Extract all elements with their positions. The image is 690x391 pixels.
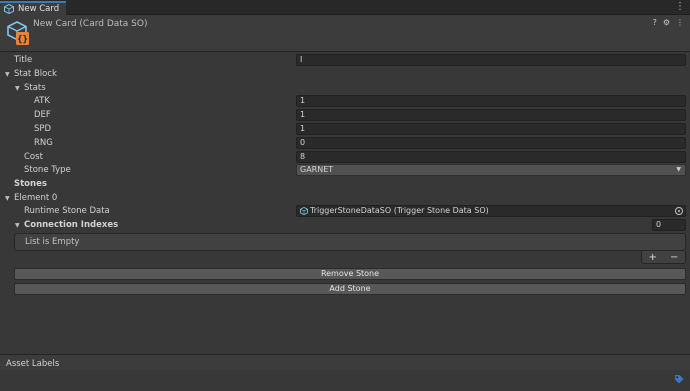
stone-type-dropdown[interactable]: GARNET ▼ xyxy=(296,164,686,176)
tab-title: New Card xyxy=(18,4,60,14)
element-0-label: Element 0 xyxy=(14,193,58,203)
foldout-expanded-icon[interactable]: ▼ xyxy=(5,68,10,81)
inspector-header: {} New Card (Card Data SO) ? ⚙ ⋮ xyxy=(0,15,690,52)
title-row: Title I xyxy=(0,54,690,67)
more-options-icon[interactable]: ⋮ xyxy=(675,1,685,12)
scriptable-object-icon xyxy=(300,207,308,215)
tag-icon[interactable] xyxy=(674,374,684,384)
foldout-expanded-icon[interactable]: ▼ xyxy=(5,192,10,205)
stat-block-row[interactable]: ▼ Stat Block xyxy=(0,68,690,81)
title-label: Title xyxy=(14,55,33,65)
foldout-expanded-icon[interactable]: ▼ xyxy=(15,82,20,95)
stats-row[interactable]: ▼ Stats xyxy=(0,82,690,95)
title-input[interactable]: I xyxy=(296,54,686,66)
atk-input[interactable]: 1 xyxy=(296,95,686,107)
spd-input[interactable]: 1 xyxy=(296,123,686,135)
runtime-stone-data-field[interactable]: TriggerStoneDataSO (Trigger Stone Data S… xyxy=(296,205,686,217)
settings-icon[interactable]: ⚙ xyxy=(663,18,670,27)
tab-new-card[interactable]: New Card xyxy=(0,1,66,15)
remove-stone-button[interactable]: Remove Stone xyxy=(14,268,686,280)
svg-text:{}: {} xyxy=(17,35,28,45)
asset-labels-body xyxy=(0,370,690,391)
def-input[interactable]: 1 xyxy=(296,109,686,121)
def-label: DEF xyxy=(34,110,51,120)
header-tools: ? ⚙ ⋮ xyxy=(653,18,684,27)
cost-label: Cost xyxy=(24,152,43,162)
asset-labels-bar: Asset Labels xyxy=(0,354,690,370)
stats-label: Stats xyxy=(24,83,46,93)
list-size-input[interactable]: 0 xyxy=(652,219,686,231)
cost-row: Cost 8 xyxy=(0,151,690,164)
def-row: DEF 1 xyxy=(0,109,690,122)
rng-row: RNG 0 xyxy=(0,137,690,150)
dropdown-arrow-icon: ▼ xyxy=(676,166,681,173)
stone-type-value: GARNET xyxy=(300,165,334,174)
connection-indexes-row[interactable]: ▼ Connection Indexes 0 xyxy=(0,219,690,232)
add-element-button[interactable]: + xyxy=(649,252,657,263)
atk-label: ATK xyxy=(34,96,50,106)
list-footer: + − xyxy=(641,251,686,264)
remove-element-button[interactable]: − xyxy=(670,252,678,263)
more-options-icon[interactable]: ⋮ xyxy=(676,18,684,27)
spd-row: SPD 1 xyxy=(0,123,690,136)
scriptable-object-icon xyxy=(4,4,14,14)
runtime-stone-data-label: Runtime Stone Data xyxy=(24,206,110,216)
stone-type-row: Stone Type GARNET ▼ xyxy=(0,164,690,177)
scriptable-object-icon: {} xyxy=(7,21,29,45)
help-icon[interactable]: ? xyxy=(653,18,657,27)
connection-indexes-label: Connection Indexes xyxy=(24,220,119,230)
cost-input[interactable]: 8 xyxy=(296,151,686,163)
rng-input[interactable]: 0 xyxy=(296,137,686,149)
atk-row: ATK 1 xyxy=(0,95,690,108)
runtime-stone-data-value: TriggerStoneDataSO (Trigger Stone Data S… xyxy=(310,206,489,215)
connection-indexes-list: List is Empty xyxy=(14,233,686,251)
foldout-expanded-icon[interactable]: ▼ xyxy=(15,219,20,232)
object-picker-icon[interactable] xyxy=(675,207,683,215)
add-stone-button[interactable]: Add Stone xyxy=(14,283,686,295)
asset-labels-title: Asset Labels xyxy=(6,359,60,369)
stone-type-label: Stone Type xyxy=(24,165,71,175)
list-empty-text: List is Empty xyxy=(25,237,80,247)
spd-label: SPD xyxy=(34,124,52,134)
asset-title: New Card (Card Data SO) xyxy=(33,19,148,29)
rng-label: RNG xyxy=(34,138,53,148)
stones-label: Stones xyxy=(14,179,47,189)
tab-bar: New Card ⋮ xyxy=(0,0,690,15)
stones-row: Stones xyxy=(0,178,690,191)
element-0-row[interactable]: ▼ Element 0 xyxy=(0,192,690,205)
stat-block-label: Stat Block xyxy=(14,69,57,79)
runtime-stone-data-row: Runtime Stone Data TriggerStoneDataSO (T… xyxy=(0,205,690,218)
